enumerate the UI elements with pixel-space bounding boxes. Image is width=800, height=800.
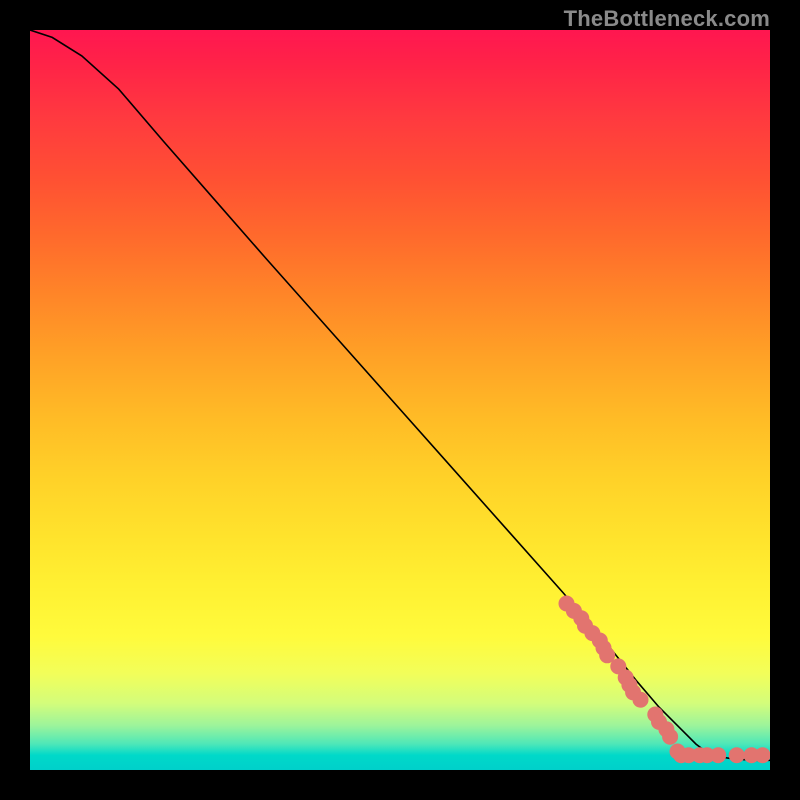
chart-point [577,618,593,634]
chart-point [559,596,575,612]
chart-point [592,633,608,649]
chart-svg [30,30,770,770]
chart-point [621,677,637,693]
plot-area [30,30,770,770]
chart-point [710,747,726,763]
chart-point [573,610,589,626]
chart-point [670,744,686,760]
chart-point [744,747,760,763]
chart-curve [30,30,770,760]
chart-point [729,747,745,763]
chart-point [618,670,634,686]
chart-point [673,747,689,763]
chart-point [699,747,715,763]
chart-points [559,596,771,764]
chart-point [625,684,641,700]
chart-point [662,729,678,745]
chart-point [681,747,697,763]
chart-point [692,747,708,763]
attribution-label: TheBottleneck.com [564,6,770,32]
chart-point [596,640,612,656]
chart-point [584,625,600,641]
chart-point [610,658,626,674]
chart-point [651,714,667,730]
chart-point [633,692,649,708]
chart-point [755,747,770,763]
chart-point [647,707,663,723]
chart-point [566,603,582,619]
chart-point [658,721,674,737]
chart-point [599,647,615,663]
